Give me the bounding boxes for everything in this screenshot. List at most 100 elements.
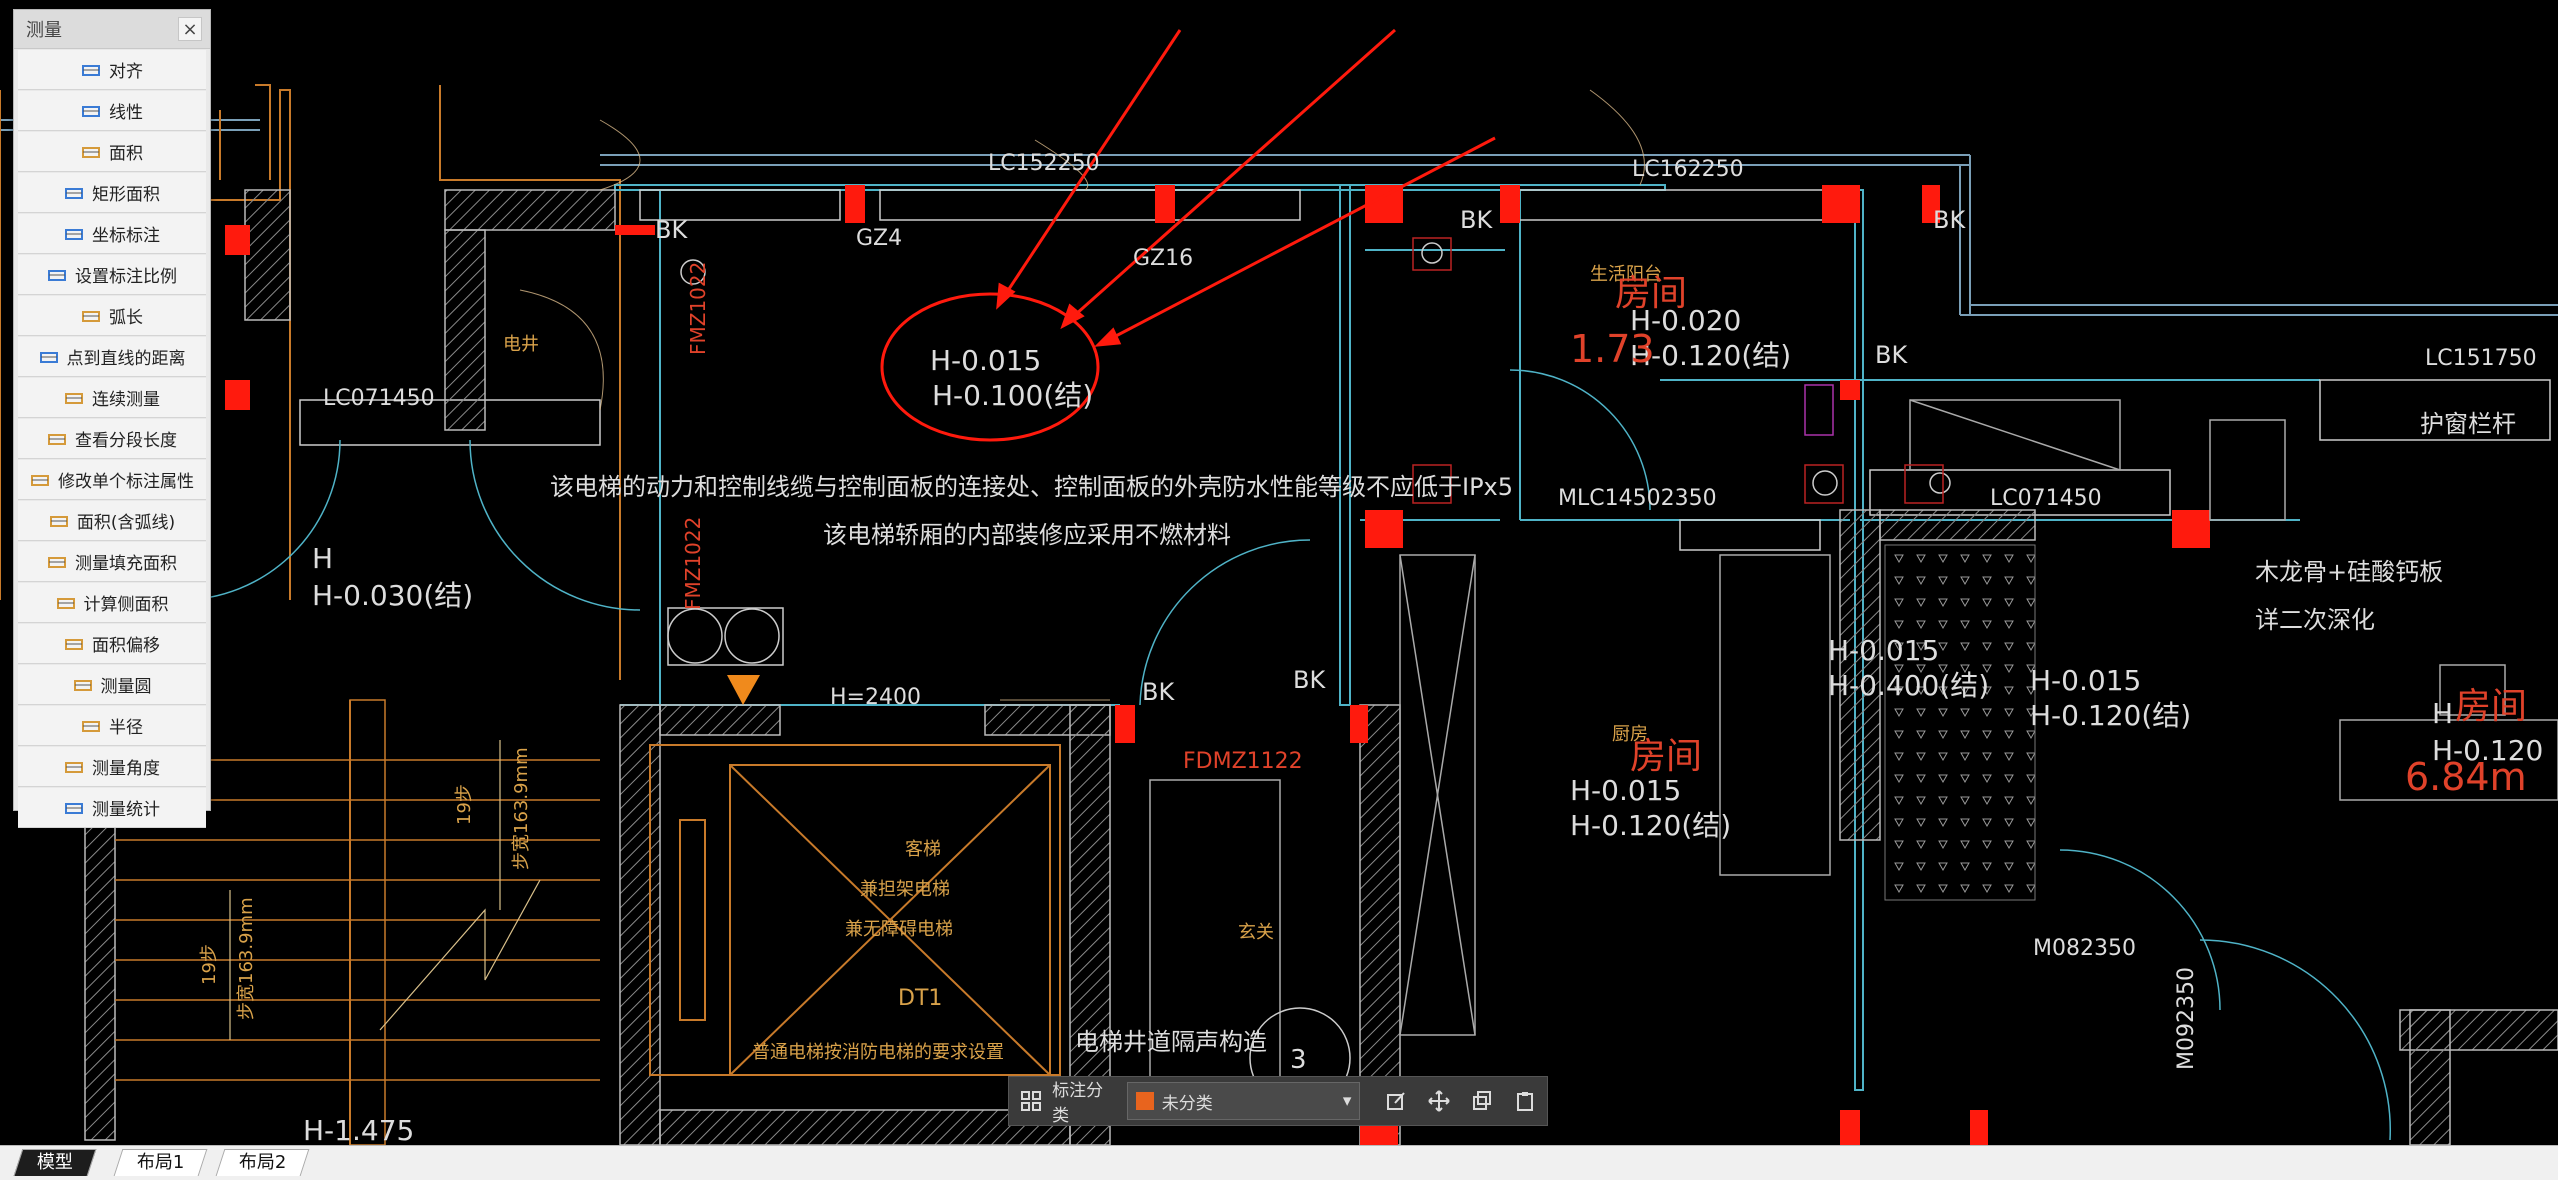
paste-icon (1517, 1092, 1534, 1111)
tool-label: 点到直线的距离 (66, 349, 186, 369)
segment-length-icon (47, 429, 67, 449)
scale-icon (47, 265, 67, 285)
edit-icon (1387, 1092, 1405, 1110)
elevation-label: H-0.120(结) (2030, 699, 2191, 732)
tool-button[interactable]: 测量填充面积 (18, 542, 206, 582)
point-line-icon (39, 347, 59, 367)
tab-layout1[interactable]: 布局1 (113, 1149, 208, 1176)
tab-label: 布局2 (238, 1152, 287, 1173)
column-label: GZ4 (856, 226, 902, 251)
tool-button[interactable]: 设置标注比例 (18, 255, 206, 295)
note-text: 该电梯的动力和控制线缆与控制面板的连接处、控制面板的外壳防水性能等级不应低于IP… (550, 473, 1513, 501)
note-text: 详二次深化 (2255, 606, 2375, 634)
tab-model[interactable]: 模型 (13, 1149, 97, 1176)
room-label: 电井 (503, 334, 539, 355)
tool-label: 弧长 (109, 308, 143, 328)
window-label: LC152250 (988, 151, 1100, 176)
palette-title: 测量 (26, 20, 62, 41)
tool-button[interactable]: 面积偏移 (18, 624, 206, 664)
door-label: FMZ1022 (681, 517, 705, 610)
tool-button[interactable]: 测量圆 (18, 665, 206, 705)
edit-button[interactable] (1374, 1077, 1417, 1125)
bk-label: BK (655, 216, 688, 244)
window-label: LC071450 (1990, 486, 2102, 511)
window-label: LC162250 (1632, 157, 1744, 182)
area-value: 6.84m (2405, 755, 2527, 799)
category-select[interactable]: 未分类 ▾ (1126, 1082, 1361, 1120)
tool-button[interactable]: 线性 (18, 91, 206, 131)
tool-label: 线性 (109, 103, 143, 123)
area-icon (81, 142, 101, 162)
window-label: LC071450 (323, 386, 435, 411)
elevation-label: H-0.015 (2030, 664, 2141, 697)
circle-measure-icon (73, 675, 93, 695)
tool-button[interactable]: 测量统计 (18, 788, 206, 828)
tool-button[interactable]: 弧长 (18, 296, 206, 336)
door-label: FMZ1022 (686, 262, 710, 355)
window-label: MLC14502350 (1558, 486, 1717, 511)
stair-label: 步宽163.9mm (236, 897, 257, 1020)
close-button[interactable]: × (178, 17, 202, 41)
door-label: FDMZ1122 (1183, 749, 1303, 774)
group-icon[interactable] (1009, 1077, 1052, 1125)
tool-button[interactable]: 计算侧面积 (18, 583, 206, 623)
layout-tabs: 模型 布局1 布局2 (0, 1145, 2558, 1180)
move-button[interactable] (1418, 1077, 1461, 1125)
coordinate-icon (64, 224, 84, 244)
note-text: 护窗栏杆 (2420, 410, 2516, 438)
room-label: 客梯 (905, 839, 941, 860)
annotation-toolbar: 标注分类 未分类 ▾ (1008, 1076, 1548, 1126)
angle-icon (64, 757, 84, 777)
tool-label: 查看分段长度 (75, 431, 177, 451)
tool-button[interactable]: 坐标标注 (18, 214, 206, 254)
tool-button[interactable]: 半径 (18, 706, 206, 746)
arc-length-icon (81, 306, 101, 326)
tool-label: 矩形面积 (92, 185, 160, 205)
room-label: 兼担架电梯 (860, 879, 950, 900)
tool-button[interactable]: 矩形面积 (18, 173, 206, 213)
tool-button[interactable]: 面积(含弧线) (18, 501, 206, 541)
tool-button[interactable]: 查看分段长度 (18, 419, 206, 459)
tool-button[interactable]: 修改单个标注属性 (18, 460, 206, 500)
copy-button[interactable] (1461, 1077, 1504, 1125)
door-label: M092350 (2174, 967, 2199, 1070)
elevation-label: H-0.120(结) (1570, 809, 1731, 842)
move-icon (1428, 1090, 1450, 1112)
palette-title-bar[interactable]: 测量 × (14, 10, 210, 49)
tool-button[interactable]: 连续测量 (18, 378, 206, 418)
paste-button[interactable] (1504, 1077, 1547, 1125)
tool-label: 连续测量 (92, 390, 160, 410)
tool-button[interactable]: 测量角度 (18, 747, 206, 787)
side-area-icon (56, 593, 76, 613)
tool-label: 测量角度 (92, 759, 160, 779)
tool-label: 测量圆 (100, 677, 152, 697)
category-label: 标注分类 (1052, 1081, 1104, 1126)
rect-area-icon (64, 183, 84, 203)
linear-measure-icon (81, 101, 101, 121)
tab-layout2[interactable]: 布局2 (215, 1149, 310, 1176)
elevation-label: H-0.100(结) (932, 379, 1093, 412)
tool-label: 对齐 (109, 62, 143, 82)
tool-label: 设置标注比例 (75, 267, 177, 287)
chevron-down-icon: ▾ (1342, 1091, 1352, 1111)
tool-label: 坐标标注 (92, 226, 160, 246)
cad-drawing-canvas[interactable]: LC152250 LC162250 LC071450 LC071450 LC15… (0, 0, 2558, 1145)
elevation-label: H-0.015 (930, 344, 1041, 377)
arc-area-icon (49, 511, 69, 531)
tool-button[interactable]: 点到直线的距离 (18, 337, 206, 377)
bk-label: BK (1142, 678, 1175, 706)
elevation-label: H-0.015 (1828, 634, 1939, 667)
elevation-label: H-1.475 (303, 1114, 414, 1145)
stair-label: 19步 (454, 784, 475, 825)
tool-label: 测量统计 (92, 800, 160, 820)
bk-label: BK (1460, 206, 1493, 234)
column-label: GZ16 (1133, 246, 1193, 271)
stair-label: 19步 (199, 944, 220, 985)
tool-label: 测量填充面积 (75, 554, 177, 574)
area-offset-icon (64, 634, 84, 654)
elevation-label: H-0.030(结) (312, 579, 473, 612)
room-label: 玄关 (1238, 922, 1274, 943)
elevation-label: H-0.015 (1570, 774, 1681, 807)
tool-button[interactable]: 对齐 (18, 50, 206, 90)
tool-button[interactable]: 面积 (18, 132, 206, 172)
